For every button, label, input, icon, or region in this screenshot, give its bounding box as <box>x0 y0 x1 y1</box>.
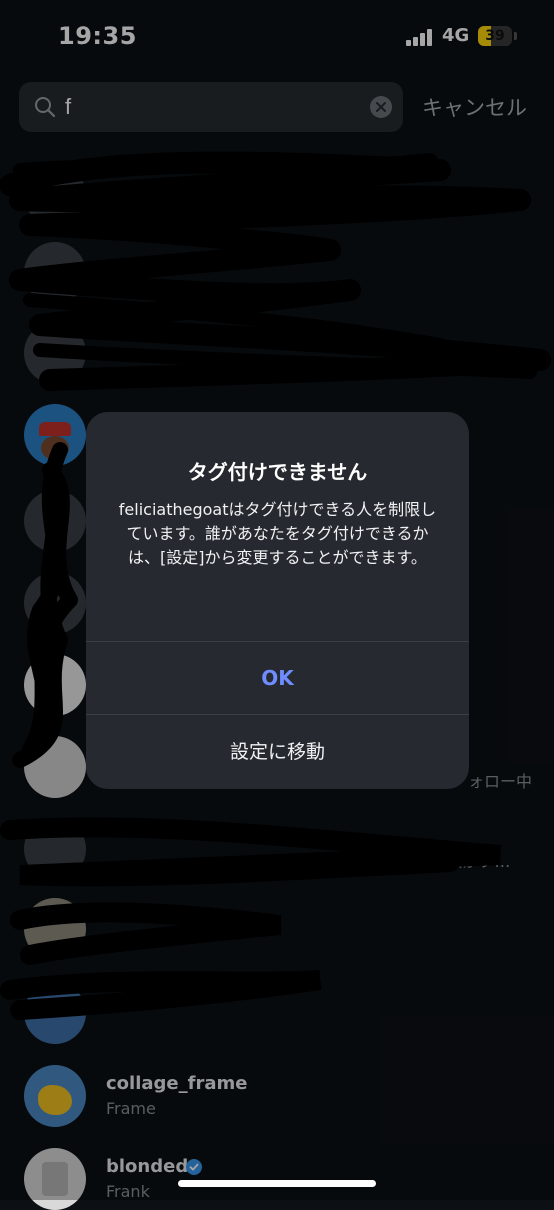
alert-dialog: タグ付けできません feliciathegoatはタグ付けできる人を制限していま… <box>86 412 469 789</box>
dialog-message: feliciathegoatはタグ付けできる人を制限しています。誰があなたをタグ… <box>118 500 437 567</box>
dialog-title: タグ付けできません <box>187 460 368 484</box>
home-indicator[interactable] <box>178 1180 376 1187</box>
go-to-settings-button[interactable]: 設定に移動 <box>86 715 469 789</box>
ok-button[interactable]: OK <box>86 642 469 714</box>
